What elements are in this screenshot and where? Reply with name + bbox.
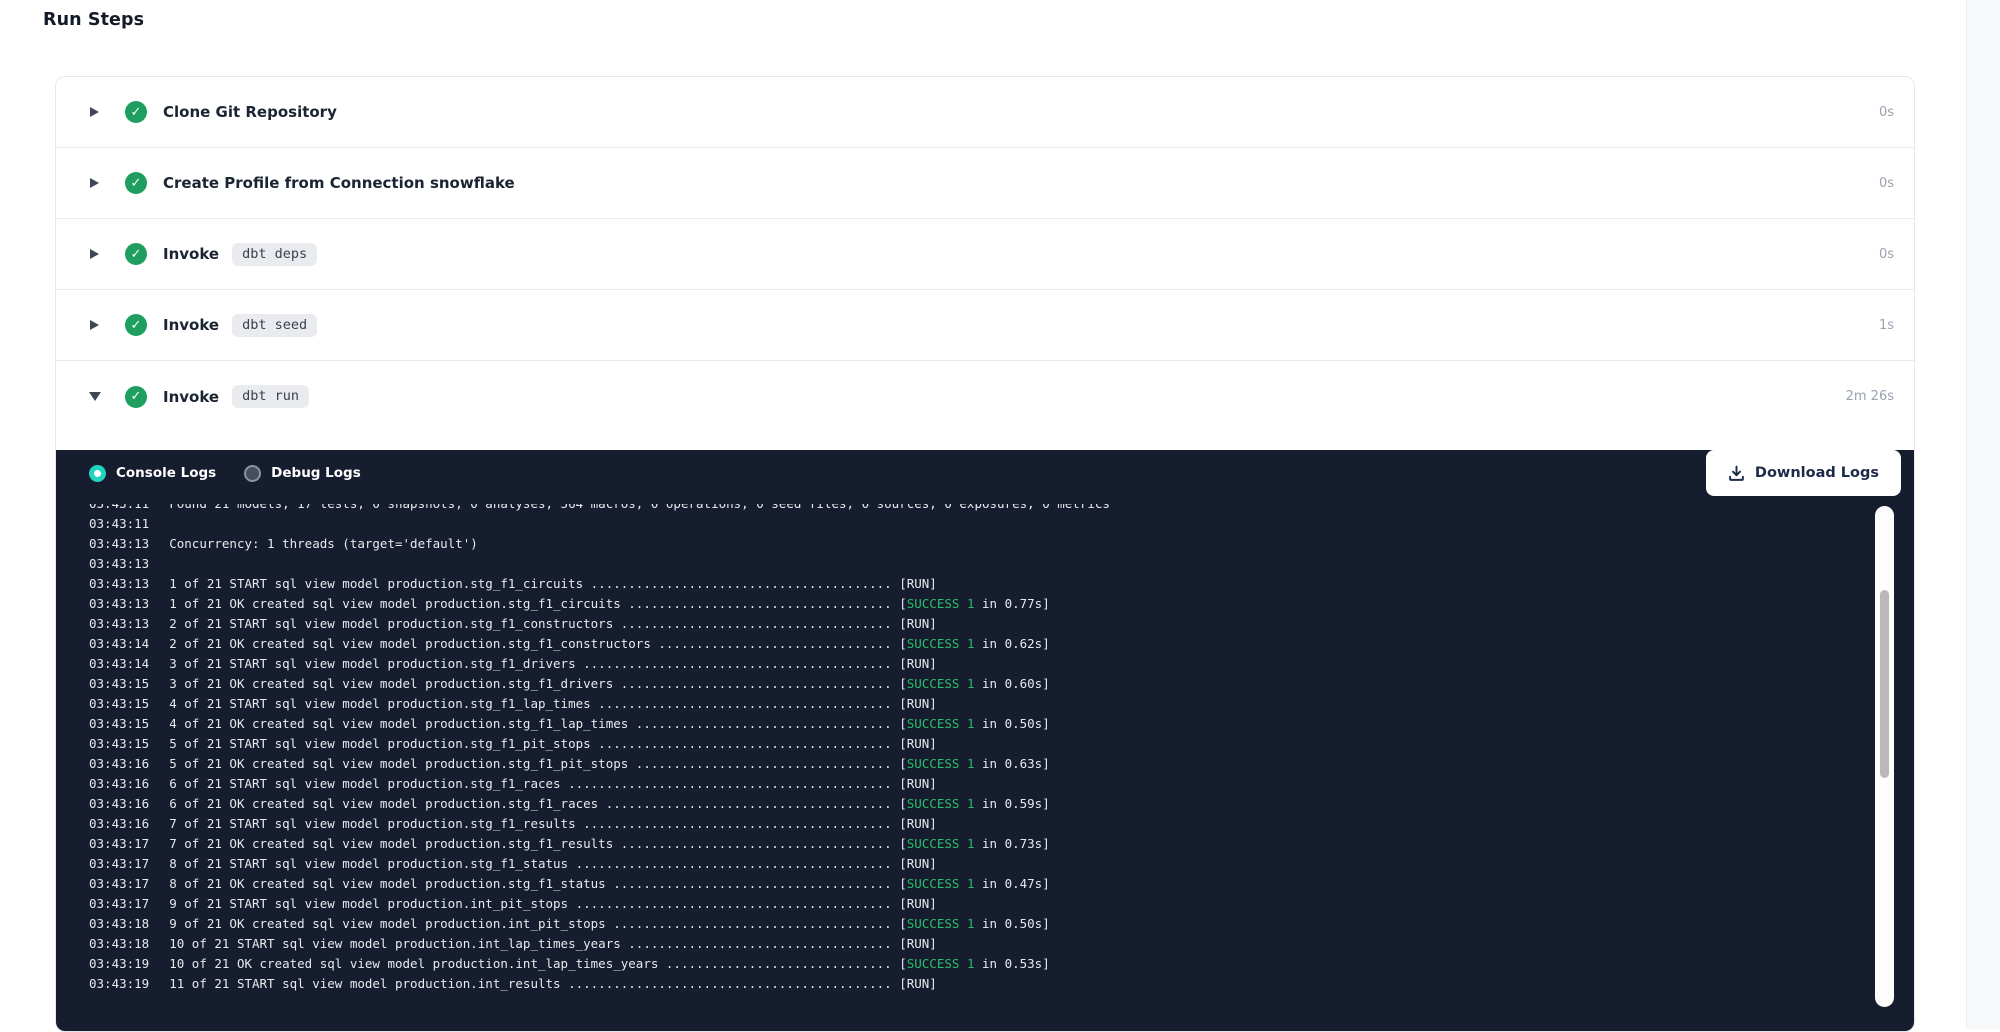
download-logs-label: Download Logs [1755, 465, 1879, 481]
step-label: Invoke [163, 245, 219, 263]
radio-debug-logs[interactable]: Debug Logs [244, 465, 361, 482]
log-line: 03:43:1911 of 21 START sql view model pr… [89, 974, 1914, 994]
caret-icon[interactable] [89, 106, 101, 119]
caret-icon[interactable] [89, 248, 101, 261]
step-duration: 0s [1879, 247, 1894, 262]
success-check-icon: ✓ [125, 172, 147, 194]
success-check-icon: ✓ [125, 101, 147, 123]
log-line: 03:43:1910 of 21 OK created sql view mod… [89, 954, 1914, 974]
log-line: 03:43:165 of 21 OK created sql view mode… [89, 754, 1914, 774]
log-line: 03:43:178 of 21 OK created sql view mode… [89, 874, 1914, 894]
run-step-row[interactable]: ✓ Clone Git Repository 0s [56, 77, 1914, 148]
log-line: 03:43:131 of 21 START sql view model pro… [89, 574, 1914, 594]
log-line: 03:43:153 of 21 OK created sql view mode… [89, 674, 1914, 694]
log-line: 03:43:155 of 21 START sql view model pro… [89, 734, 1914, 754]
log-line: 03:43:131 of 21 OK created sql view mode… [89, 594, 1914, 614]
run-step-row[interactable]: ✓ Create Profile from Connection snowfla… [56, 148, 1914, 219]
page-title: Run Steps [43, 10, 144, 30]
log-line: 03:43:13Concurrency: 1 threads (target='… [89, 534, 1914, 554]
step-duration: 2m 26s [1846, 389, 1894, 404]
run-step-row[interactable]: ✓ Invoke dbt seed 1s [56, 290, 1914, 361]
step-label: Clone Git Repository [163, 103, 337, 121]
log-line: 03:43:1810 of 21 START sql view model pr… [89, 934, 1914, 954]
step-duration: 1s [1879, 318, 1894, 333]
log-panel-header: Console Logs Debug Logs Download Logs [89, 450, 1901, 496]
download-logs-button[interactable]: Download Logs [1706, 450, 1901, 496]
step-command-badge: dbt deps [232, 243, 317, 266]
radio-selected-icon [89, 465, 106, 482]
step-command-badge: dbt run [232, 385, 309, 408]
caret-icon[interactable] [89, 177, 101, 190]
step-duration: 0s [1879, 176, 1894, 191]
download-icon [1728, 465, 1745, 482]
run-steps-card: ✓ Clone Git Repository 0s ✓ Create Profi… [55, 76, 1915, 1032]
step-duration: 0s [1879, 105, 1894, 120]
caret-icon[interactable] [89, 390, 101, 403]
run-steps-list: ✓ Clone Git Repository 0s ✓ Create Profi… [56, 77, 1914, 432]
log-scrollbar-track[interactable] [1875, 506, 1894, 1007]
log-scrollbar-thumb[interactable] [1880, 590, 1889, 778]
log-line: 03:43:11Found 21 models, 17 tests, 0 sna… [89, 504, 1914, 514]
radio-console-logs-label: Console Logs [116, 465, 216, 481]
success-check-icon: ✓ [125, 243, 147, 265]
step-label: Create Profile from Connection snowflake [163, 174, 515, 192]
console-log-output[interactable]: 03:43:11Found 21 models, 17 tests, 0 sna… [56, 504, 1914, 1009]
log-line: 03:43:132 of 21 START sql view model pro… [89, 614, 1914, 634]
log-line: 03:43:179 of 21 START sql view model pro… [89, 894, 1914, 914]
log-line: 03:43:167 of 21 START sql view model pro… [89, 814, 1914, 834]
caret-icon[interactable] [89, 319, 101, 332]
right-gutter [1966, 0, 2000, 1029]
run-step-row[interactable]: ✓ Invoke dbt run 2m 26s [56, 361, 1914, 432]
run-step-row[interactable]: ✓ Invoke dbt deps 0s [56, 219, 1914, 290]
log-line: 03:43:166 of 21 START sql view model pro… [89, 774, 1914, 794]
success-check-icon: ✓ [125, 314, 147, 336]
radio-debug-logs-label: Debug Logs [271, 465, 361, 481]
log-line: 03:43:154 of 21 OK created sql view mode… [89, 714, 1914, 734]
radio-unselected-icon [244, 465, 261, 482]
log-line: 03:43:154 of 21 START sql view model pro… [89, 694, 1914, 714]
log-line: 03:43:166 of 21 OK created sql view mode… [89, 794, 1914, 814]
log-line: 03:43:11 [89, 514, 1914, 534]
step-label: Invoke [163, 388, 219, 406]
log-line: 03:43:13 [89, 554, 1914, 574]
success-check-icon: ✓ [125, 386, 147, 408]
step-command-badge: dbt seed [232, 314, 317, 337]
step-label: Invoke [163, 316, 219, 334]
log-line: 03:43:177 of 21 OK created sql view mode… [89, 834, 1914, 854]
radio-console-logs[interactable]: Console Logs [89, 465, 216, 482]
log-line: 03:43:178 of 21 START sql view model pro… [89, 854, 1914, 874]
log-line: 03:43:143 of 21 START sql view model pro… [89, 654, 1914, 674]
log-panel: Console Logs Debug Logs Download Logs 03… [56, 450, 1914, 1031]
log-lines: 03:43:11Found 21 models, 17 tests, 0 sna… [89, 504, 1914, 994]
log-line: 03:43:142 of 21 OK created sql view mode… [89, 634, 1914, 654]
log-line: 03:43:189 of 21 OK created sql view mode… [89, 914, 1914, 934]
